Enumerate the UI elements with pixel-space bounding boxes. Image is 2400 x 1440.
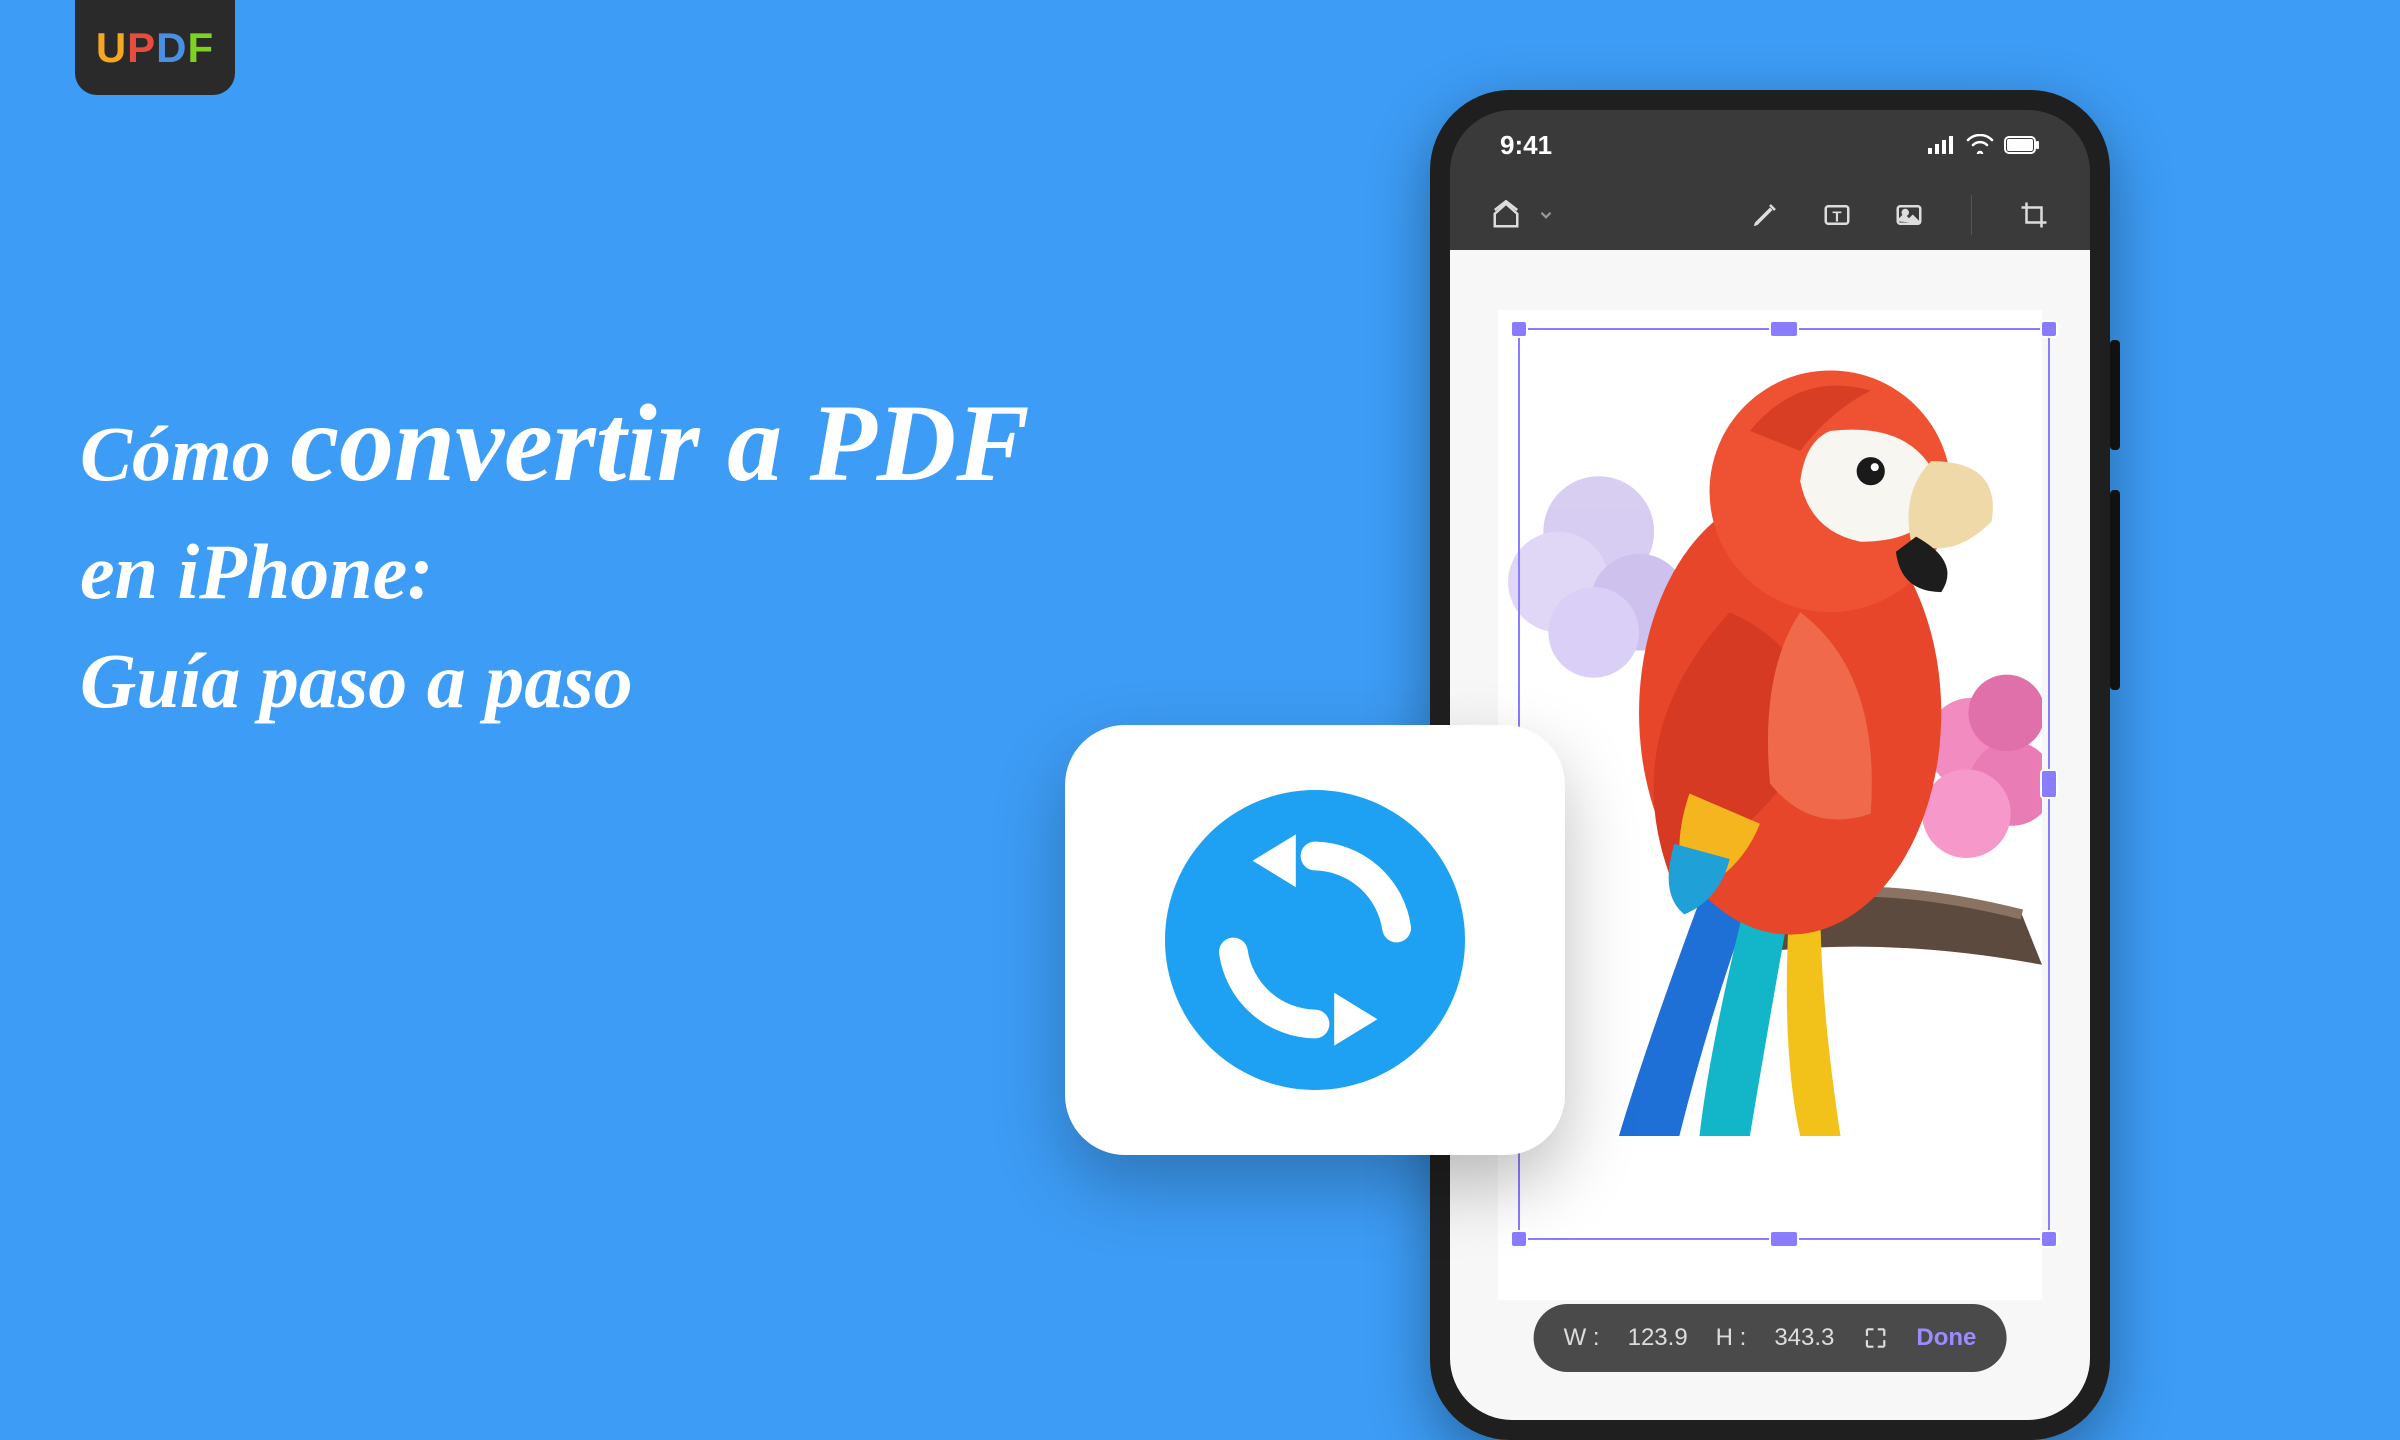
phone-side-button (2110, 340, 2120, 450)
headline-emphasis: convertir a PDF (290, 382, 1029, 504)
resize-handle-tr[interactable] (2040, 320, 2058, 338)
convert-card (1065, 725, 1565, 1155)
updf-logo-badge: UPDF (75, 0, 235, 95)
width-value: 123.9 (1628, 1324, 1688, 1352)
height-label: H : (1716, 1324, 1747, 1352)
chevron-down-icon[interactable] (1530, 199, 1562, 231)
selection-rectangle[interactable] (1518, 328, 2050, 1240)
height-value: 343.3 (1774, 1324, 1834, 1352)
resize-handle-br[interactable] (2040, 1230, 2058, 1248)
headline-line3: Guía paso a paso (80, 636, 1030, 726)
logo-letter-u: U (96, 24, 127, 71)
text-tool-icon[interactable]: T (1821, 199, 1853, 231)
signal-icon (1928, 130, 1956, 161)
logo-letter-f: F (188, 24, 215, 71)
convert-sync-icon (1165, 790, 1465, 1090)
svg-text:T: T (1832, 208, 1841, 225)
dimensions-toolbar: W : 123.9 H : 343.3 Done (1534, 1304, 2007, 1372)
expand-icon[interactable] (1862, 1325, 1888, 1351)
resize-handle-tl[interactable] (1510, 320, 1528, 338)
headline-prefix: Cómo (80, 410, 290, 497)
status-indicators (1928, 130, 2040, 161)
resize-handle-top[interactable] (1769, 320, 1799, 338)
status-bar: 9:41 (1450, 110, 2090, 180)
app-toolbar: T (1450, 180, 2090, 250)
toolbar-divider (1971, 195, 1972, 235)
home-icon[interactable] (1490, 199, 1522, 231)
pencil-icon[interactable] (1749, 199, 1781, 231)
resize-handle-right[interactable] (2040, 769, 2058, 799)
phone-side-button (2110, 490, 2120, 690)
headline-line1: Cómo convertir a PDF (80, 380, 1030, 507)
image-tool-icon[interactable] (1893, 199, 1925, 231)
battery-icon (2004, 130, 2040, 161)
headline-line2: en iPhone: (80, 527, 1030, 617)
status-time: 9:41 (1500, 130, 1552, 161)
logo-letter-p: P (127, 24, 156, 71)
width-label: W : (1564, 1324, 1600, 1352)
resize-handle-bl[interactable] (1510, 1230, 1528, 1248)
headline-block: Cómo convertir a PDF en iPhone: Guía pas… (80, 380, 1030, 726)
updf-logo-text: UPDF (96, 24, 214, 72)
resize-handle-bottom[interactable] (1769, 1230, 1799, 1248)
logo-letter-d: D (156, 24, 187, 71)
wifi-icon (1966, 130, 1994, 161)
done-button[interactable]: Done (1916, 1324, 1976, 1352)
crop-tool-icon[interactable] (2018, 199, 2050, 231)
